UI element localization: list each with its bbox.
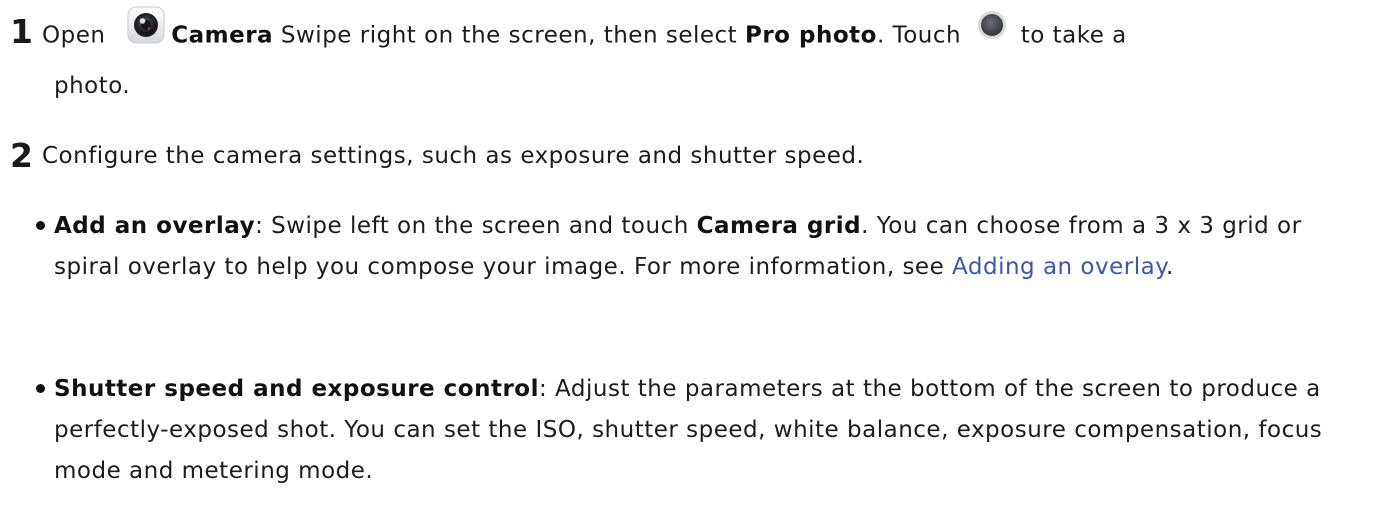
step-continuation: photo. xyxy=(54,73,131,99)
step-number: 1 xyxy=(10,12,33,51)
take-text: to take a xyxy=(1020,22,1127,49)
bullet-add-overlay: Add an overlay: Swipe left on the screen… xyxy=(36,206,1368,288)
shutter-button-icon[interactable] xyxy=(977,10,1007,56)
bullet-body: Add an overlay: Swipe left on the screen… xyxy=(54,206,1368,288)
bullet-dot xyxy=(36,221,45,230)
step-2-text: Configure the camera settings, such as e… xyxy=(42,143,865,169)
step-text: Open Camera Swipe right on the screen, t… xyxy=(42,6,1364,109)
bullet-body: Shutter speed and exposure control: Adju… xyxy=(54,369,1368,492)
bullet-shutter-speed: Shutter speed and exposure control: Adju… xyxy=(36,369,1368,492)
touch-text: . Touch xyxy=(876,22,962,49)
adding-overlay-link[interactable]: Adding an overlay xyxy=(952,254,1166,280)
swipe-text: Swipe right on the screen, then select xyxy=(280,22,738,49)
open-text: Open xyxy=(42,22,106,49)
camera-app-icon[interactable] xyxy=(127,6,165,60)
bullet-text-before: : Swipe left on the screen and touch xyxy=(255,213,689,239)
camera-label: Camera xyxy=(171,22,274,49)
bullet-text-end: . xyxy=(1166,254,1174,280)
bullet-dot xyxy=(36,384,45,393)
camera-grid-label: Camera grid xyxy=(696,213,862,239)
bullet-title: Shutter speed and exposure control xyxy=(54,376,539,402)
bullet-title: Add an overlay xyxy=(54,213,256,239)
pro-photo-label: Pro photo xyxy=(744,22,877,49)
step-number: 2 xyxy=(10,136,33,175)
step-text: Configure the camera settings, such as e… xyxy=(42,133,1364,179)
